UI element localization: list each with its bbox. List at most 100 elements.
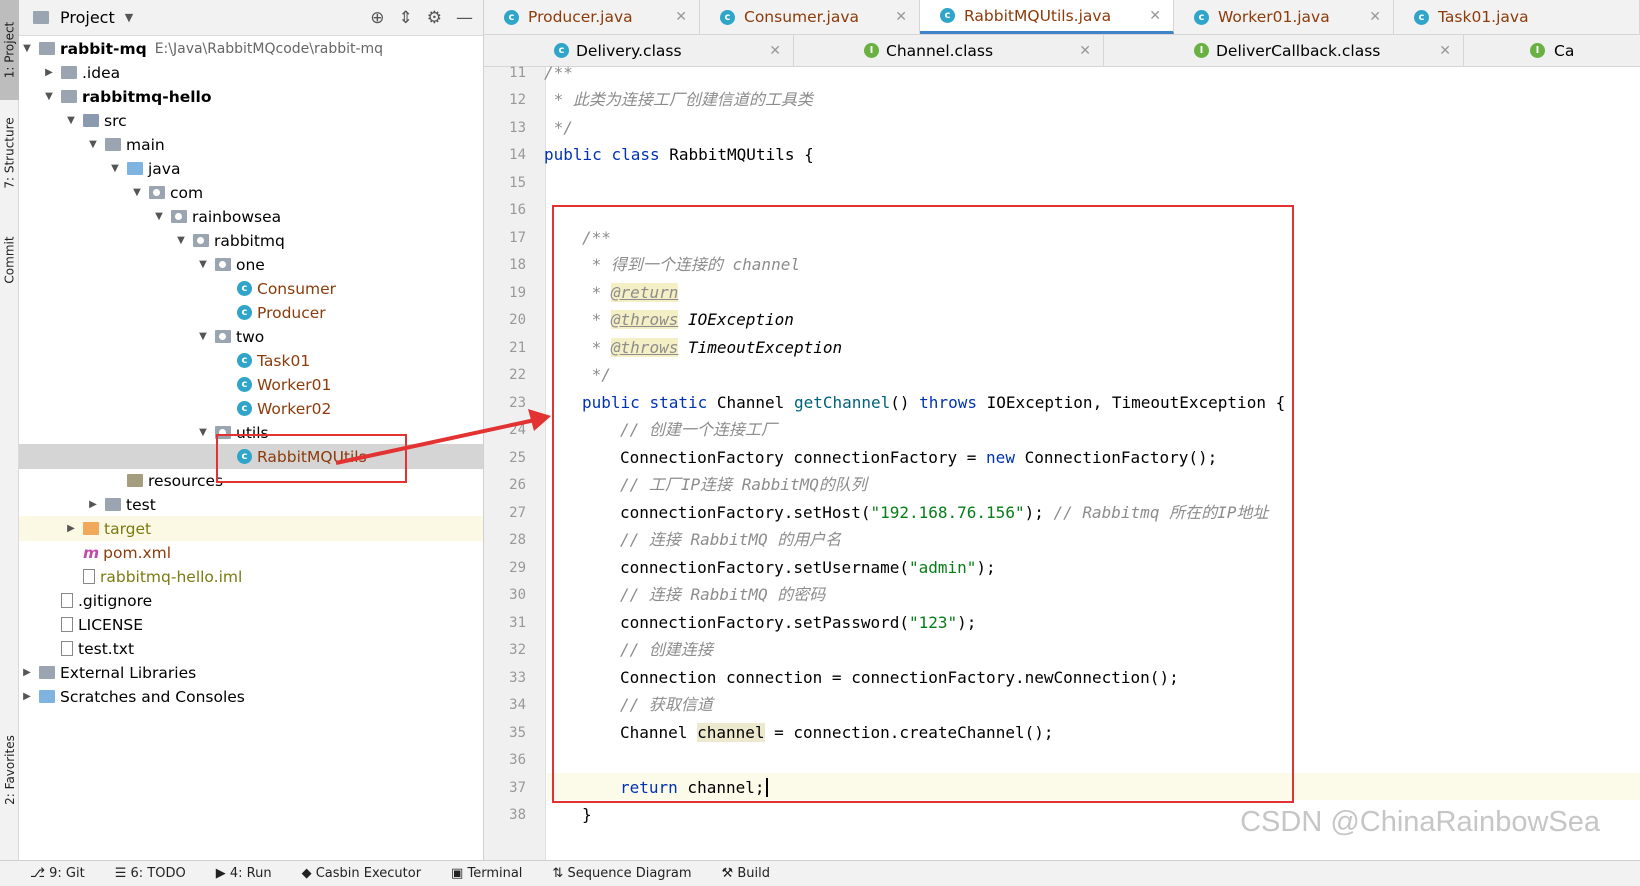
chevron-down-icon[interactable]: ▼: [129, 187, 145, 198]
minimize-icon[interactable]: —: [456, 8, 473, 28]
tree-item-target[interactable]: ▶ target: [19, 516, 483, 541]
chevron-down-icon[interactable]: ▼: [151, 211, 167, 222]
chevron-down-icon[interactable]: ▼: [41, 91, 57, 102]
left-tool-strip: 1: Project 7: Structure Commit 2: Favori…: [0, 0, 19, 860]
close-icon[interactable]: ✕: [895, 9, 907, 25]
tree-item-task01[interactable]: c Task01: [19, 348, 483, 373]
tree-item-src[interactable]: ▼ src: [19, 108, 483, 133]
package-icon: [149, 186, 165, 199]
tree-item-com[interactable]: ▼ com: [19, 180, 483, 205]
project-panel-title[interactable]: Project: [60, 8, 115, 27]
chevron-right-icon[interactable]: ▶: [63, 523, 79, 534]
chevron-right-icon[interactable]: ▶: [19, 691, 35, 702]
tree-item-label: rabbitmq: [214, 231, 285, 250]
tab-delivercallback-class[interactable]: I DeliverCallback.class ✕: [1104, 35, 1464, 66]
tree-item-label: Worker01: [257, 375, 332, 394]
java-class-icon: c: [237, 281, 252, 296]
close-icon[interactable]: ✕: [1439, 43, 1451, 59]
line-number: 21: [509, 340, 526, 356]
close-icon[interactable]: ✕: [675, 9, 687, 25]
tree-item-rabbitmq[interactable]: ▼ rabbitmq: [19, 228, 483, 253]
tree-item-two[interactable]: ▼ two: [19, 324, 483, 349]
editor-tabs-row1: c Producer.java ✕ c Consumer.java ✕ c RabbitM…: [484, 0, 1640, 35]
structure-tool-tab-label: 7: Structure: [2, 117, 17, 189]
tree-item-iml[interactable]: rabbitmq-hello.iml: [19, 564, 483, 589]
line-number: 31: [509, 615, 526, 631]
locate-icon[interactable]: ⊕: [370, 8, 384, 28]
module-folder-icon: [61, 90, 77, 103]
chevron-down-icon[interactable]: ▼: [173, 235, 189, 246]
sequence-diagram-tool-button[interactable]: ⇅ Sequence Diagram: [552, 866, 691, 881]
tab-task01-java[interactable]: c Task01.java: [1394, 0, 1640, 34]
close-icon[interactable]: ✕: [1079, 43, 1091, 59]
chevron-down-icon[interactable]: ▼: [107, 163, 123, 174]
tree-item-rabbit-mq[interactable]: ▼ rabbit-mq E:\Java\RabbitMQcode\rabbit-mq: [19, 36, 483, 61]
package-icon: [193, 234, 209, 247]
tree-item-java[interactable]: ▼ java: [19, 156, 483, 181]
git-tool-button[interactable]: ⎇ 9: Git: [30, 866, 85, 881]
folder-icon: [105, 138, 121, 151]
tab-producer-java[interactable]: c Producer.java ✕: [484, 0, 700, 34]
line-number: 26: [509, 477, 526, 493]
favorites-tool-tab[interactable]: 2: Favorites: [0, 720, 19, 820]
collapse-all-icon[interactable]: ⇕: [399, 8, 413, 28]
tree-item-gitignore[interactable]: .gitignore: [19, 588, 483, 613]
tree-item-test-txt[interactable]: test.txt: [19, 636, 483, 661]
tree-item-producer[interactable]: c Producer: [19, 300, 483, 325]
chevron-down-icon[interactable]: ▼: [125, 11, 133, 24]
project-tool-tab[interactable]: 1: Project: [0, 0, 19, 100]
code-line-13: */: [544, 118, 573, 137]
tree-item-worker01[interactable]: c Worker01: [19, 372, 483, 397]
tree-item-external-libraries[interactable]: ▶ External Libraries: [19, 660, 483, 685]
tree-item-idea[interactable]: ▶ .idea: [19, 60, 483, 85]
chevron-down-icon[interactable]: ▼: [19, 43, 35, 54]
line-number: 18: [509, 257, 526, 273]
chevron-right-icon[interactable]: ▶: [85, 499, 101, 510]
commit-tool-tab[interactable]: Commit: [0, 225, 19, 295]
tab-consumer-java[interactable]: c Consumer.java ✕: [700, 0, 920, 34]
tree-item-scratches[interactable]: ▶ Scratches and Consoles: [19, 684, 483, 709]
chevron-down-icon[interactable]: ▼: [85, 139, 101, 150]
terminal-tool-button[interactable]: ▣ Terminal: [451, 866, 522, 881]
chevron-right-icon[interactable]: ▶: [19, 667, 35, 678]
editor-tabs-row2: c Delivery.class ✕ I Channel.class ✕ I Delive…: [484, 35, 1640, 67]
run-tool-button[interactable]: ▶ 4: Run: [216, 866, 272, 881]
folder-icon: [83, 114, 99, 127]
tree-item-pom-xml[interactable]: m pom.xml: [19, 540, 483, 565]
todo-tool-button[interactable]: ☰ 6: TODO: [115, 866, 186, 881]
scratches-icon: [39, 690, 55, 703]
tab-rabbitmqutils-java[interactable]: c RabbitMQUtils.java ✕: [920, 0, 1174, 34]
tab-channel-class[interactable]: I Channel.class ✕: [794, 35, 1104, 66]
tree-item-test[interactable]: ▶ test: [19, 492, 483, 517]
chevron-down-icon[interactable]: ▼: [63, 115, 79, 126]
chevron-right-icon[interactable]: ▶: [41, 67, 57, 78]
gear-icon[interactable]: ⚙: [427, 8, 442, 28]
maven-icon: m: [83, 543, 100, 562]
tree-item-label: rabbit-mq: [60, 39, 147, 58]
tree-item-consumer[interactable]: c Consumer: [19, 276, 483, 301]
line-number: 29: [509, 560, 526, 576]
tab-delivery-class[interactable]: c Delivery.class ✕: [484, 35, 794, 66]
close-icon[interactable]: ✕: [1149, 8, 1161, 24]
casbin-tool-button[interactable]: ◆ Casbin Executor: [302, 866, 421, 881]
tree-item-main[interactable]: ▼ main: [19, 132, 483, 157]
tree-item-rabbitmq-hello[interactable]: ▼ rabbitmq-hello: [19, 84, 483, 109]
build-tool-button[interactable]: ⚒ Build: [722, 866, 770, 881]
java-class-icon: c: [504, 9, 519, 25]
structure-tool-tab[interactable]: 7: Structure: [0, 108, 19, 198]
tree-item-rainbowsea[interactable]: ▼ rainbowsea: [19, 204, 483, 229]
close-icon[interactable]: ✕: [1369, 9, 1381, 25]
tree-item-one[interactable]: ▼ one: [19, 252, 483, 277]
tree-item-path: E:\Java\RabbitMQcode\rabbit-mq: [154, 40, 384, 57]
tab-label: Producer.java: [528, 8, 633, 26]
project-folder-icon: [33, 11, 49, 24]
chevron-down-icon[interactable]: ▼: [195, 427, 211, 438]
chevron-down-icon[interactable]: ▼: [195, 259, 211, 270]
tree-item-license[interactable]: LICENSE: [19, 612, 483, 637]
interface-icon: I: [864, 43, 879, 58]
tree-item-label: java: [148, 159, 181, 178]
tab-ca-class[interactable]: I Ca: [1464, 35, 1640, 66]
chevron-down-icon[interactable]: ▼: [195, 331, 211, 342]
tab-worker01-java[interactable]: c Worker01.java ✕: [1174, 0, 1394, 34]
close-icon[interactable]: ✕: [769, 43, 781, 59]
